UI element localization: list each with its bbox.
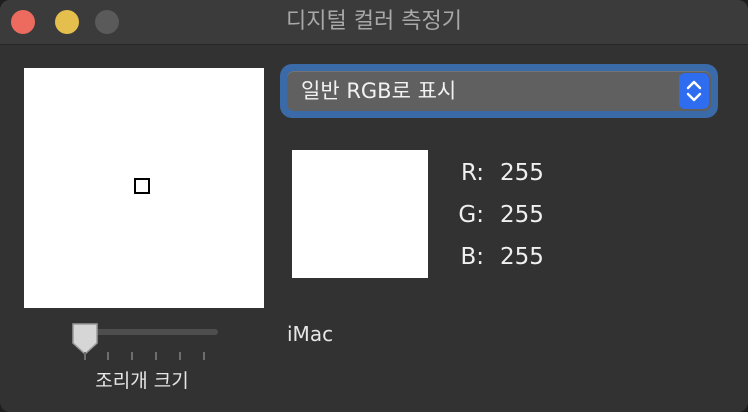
blue-value: 255 [500,244,544,270]
color-swatch [292,150,428,278]
window-title: 디지털 컬러 측정기 [286,9,462,34]
digital-color-meter-window: 디지털 컬러 측정기 조리개 크기 일반 RGB로 표시 R: 255 G: 2… [0,0,748,412]
popup-stepper[interactable] [679,73,709,109]
display-mode-value: 일반 RGB로 표시 [301,79,457,103]
slider-tick [131,352,133,360]
slider-tick [203,352,205,360]
slider-tick [155,352,157,360]
display-name: iMac [287,322,334,346]
title-bar[interactable]: 디지털 컬러 측정기 [0,0,748,45]
blue-label: B: [460,244,484,270]
slider-tick [84,352,86,360]
green-label: G: [458,202,484,228]
chevron-up-down-icon [686,80,702,102]
red-label: R: [460,160,484,186]
red-value: 255 [500,160,544,186]
display-mode-popup[interactable]: 일반 RGB로 표시 [287,71,711,111]
slider-tick [107,352,109,360]
sample-square-icon [134,178,150,194]
magnifier-view [24,68,264,308]
aperture-size-label: 조리개 크기 [95,370,189,392]
green-value: 255 [500,202,544,228]
slider-tick [179,352,181,360]
